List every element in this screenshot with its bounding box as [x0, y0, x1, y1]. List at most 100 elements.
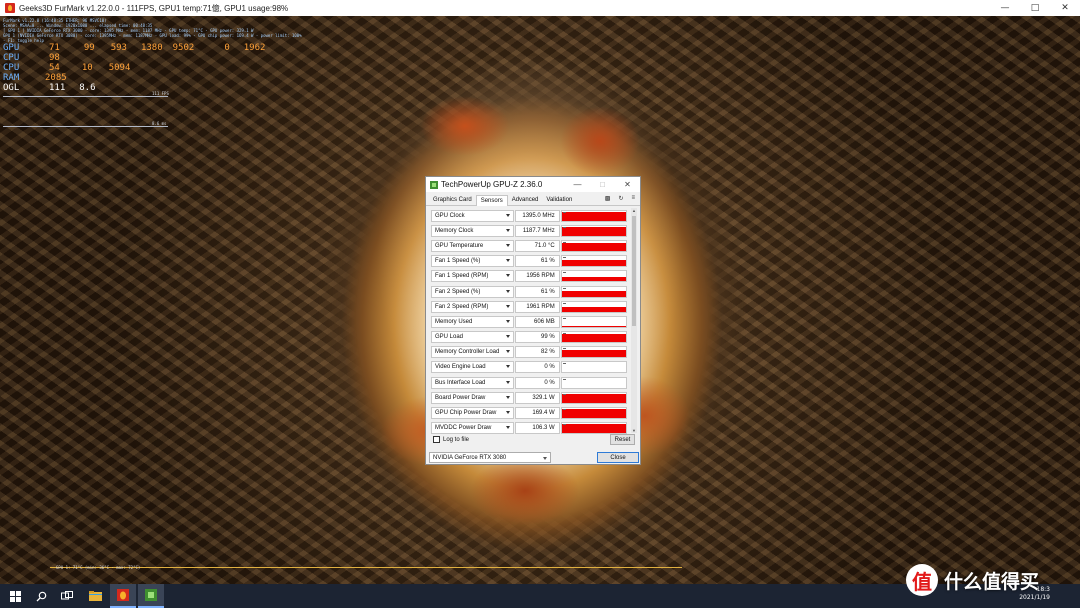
sensor-graph-spark — [562, 211, 566, 213]
sensor-graph-fill — [561, 227, 627, 236]
file-explorer-icon[interactable] — [82, 584, 108, 608]
sensor-name-dropdown[interactable]: Memory Used — [431, 315, 515, 328]
chevron-down-icon — [506, 350, 511, 354]
sensor-name-dropdown[interactable]: Board Power Draw — [431, 391, 515, 404]
sensor-name-dropdown[interactable]: GPU Chip Power Draw — [431, 407, 515, 420]
sensor-row: Video Engine Load 0 % — [431, 360, 628, 375]
chevron-down-icon — [506, 228, 511, 232]
chevron-down-icon — [506, 426, 511, 430]
chevron-down-icon — [506, 411, 511, 415]
scrollbar-thumb[interactable] — [632, 216, 636, 326]
osd-ogl-row: OGL 111 8.6 — [3, 83, 96, 93]
sensor-value: 169.4 W — [515, 407, 560, 420]
search-icon[interactable] — [28, 584, 54, 608]
chevron-down-icon — [506, 319, 511, 323]
sensor-name-dropdown[interactable]: MVDDC Power Draw — [431, 422, 515, 435]
sensor-row: Memory Used 606 MB — [431, 314, 628, 329]
start-button[interactable] — [2, 584, 28, 608]
log-to-file-checkbox[interactable] — [433, 436, 440, 443]
gpuz-toolbar: ▩ ↻ ≡ — [605, 195, 635, 202]
sensor-graph-spark — [562, 333, 566, 335]
sensor-name: Video Engine Load — [435, 364, 486, 371]
sensor-graph — [560, 209, 628, 222]
sensor-value: 1956 RPM — [515, 270, 560, 283]
tab-graphics-card[interactable]: Graphics Card — [429, 195, 476, 205]
maximize-icon[interactable]: □ — [1020, 0, 1050, 16]
sensor-name-dropdown[interactable]: Bus Interface Load — [431, 376, 515, 389]
sensor-name-dropdown[interactable]: Memory Clock — [431, 224, 515, 237]
sensor-name: Memory Controller Load — [435, 349, 500, 356]
sensor-graph-fill — [561, 326, 627, 327]
sensor-graph — [560, 346, 628, 359]
sensor-graph-fill — [561, 211, 627, 221]
log-to-file[interactable]: Log to file — [433, 436, 469, 443]
sensor-graph-spark — [562, 241, 566, 243]
sensor-value: 0 % — [515, 361, 560, 374]
minimize-icon[interactable]: — — [990, 0, 1020, 16]
sensor-name-dropdown[interactable]: Fan 1 Speed (RPM) — [431, 270, 515, 283]
sensor-scrollbar[interactable]: ▲ ▼ — [631, 208, 637, 433]
refresh-icon[interactable]: ↻ — [618, 195, 623, 202]
sensor-name-dropdown[interactable]: Fan 2 Speed (%) — [431, 285, 515, 298]
sensor-value: 106.3 W — [515, 422, 560, 435]
sensor-graph — [560, 376, 628, 389]
frametime-graph-line — [3, 126, 168, 127]
sensor-name: GPU Load — [435, 334, 464, 341]
sensor-graph — [560, 315, 628, 328]
chevron-down-icon — [506, 304, 511, 308]
sensor-name-dropdown[interactable]: GPU Load — [431, 331, 515, 344]
sensor-row: GPU Chip Power Draw 169.4 W — [431, 405, 628, 420]
chevron-down-icon — [506, 274, 511, 278]
furmark-taskbar-icon[interactable] — [110, 584, 136, 608]
fur-spot — [470, 456, 580, 526]
scroll-up-icon[interactable]: ▲ — [632, 208, 636, 213]
tab-sensors[interactable]: Sensors — [475, 195, 508, 206]
sensor-name: GPU Temperature — [435, 242, 484, 249]
smzdm-logo: 值 — [906, 564, 938, 596]
sensor-row: Fan 2 Speed (RPM) 1961 RPM — [431, 299, 628, 314]
temperature-graph-label: GPU 1: 71°C (min: 36°C - max: 72°C) — [56, 565, 141, 570]
scroll-down-icon[interactable]: ▼ — [632, 428, 636, 433]
sensor-row: GPU Load 99 % — [431, 330, 628, 345]
sensor-graph-fill — [561, 393, 627, 403]
maximize-icon[interactable]: □ — [590, 180, 615, 189]
windows-icon — [9, 590, 21, 602]
fur-spot — [420, 96, 510, 156]
close-icon[interactable]: ✕ — [1050, 0, 1080, 16]
sensor-row: MVDDC Power Draw 106.3 W — [431, 421, 628, 436]
tab-advanced[interactable]: Advanced — [508, 195, 543, 205]
reset-button[interactable]: Reset — [610, 434, 635, 445]
sensor-name-dropdown[interactable]: Fan 2 Speed (RPM) — [431, 300, 515, 313]
sensor-graph — [560, 422, 628, 435]
sensor-name-dropdown[interactable]: Video Engine Load — [431, 361, 515, 374]
chevron-down-icon — [506, 259, 511, 263]
sensor-name: Fan 2 Speed (%) — [435, 288, 481, 295]
sensor-graph — [560, 300, 628, 313]
sensor-graph-spark — [562, 424, 566, 426]
sensor-graph-spark — [562, 409, 566, 411]
close-icon[interactable]: ✕ — [615, 180, 640, 189]
sensor-name-dropdown[interactable]: GPU Temperature — [431, 239, 515, 252]
sensor-graph-spark — [562, 363, 566, 365]
sensor-name-dropdown[interactable]: GPU Clock — [431, 209, 515, 222]
task-view-icon[interactable] — [54, 584, 80, 608]
sensor-name: GPU Clock — [435, 212, 465, 219]
sensor-name-dropdown[interactable]: Memory Controller Load — [431, 346, 515, 359]
tab-validation[interactable]: Validation — [542, 195, 576, 205]
camera-icon[interactable]: ▩ — [605, 195, 611, 202]
sensor-graph-spark — [562, 226, 566, 228]
sensor-name-dropdown[interactable]: Fan 1 Speed (%) — [431, 255, 515, 268]
frametime-graph-label: 8.6 ms — [152, 121, 167, 126]
close-button[interactable]: Close — [597, 452, 639, 463]
gpuz-taskbar-icon[interactable] — [138, 584, 164, 608]
gpu-select[interactable]: NVIDIA GeForce RTX 3080 — [429, 452, 551, 463]
sensor-value: 61 % — [515, 285, 560, 298]
sensor-row: GPU Temperature 71.0 °C — [431, 238, 628, 253]
sensor-value: 1395.0 MHz — [515, 209, 560, 222]
gpuz-title: TechPowerUp GPU-Z 2.36.0 — [441, 180, 543, 189]
gpuz-titlebar: TechPowerUp GPU-Z 2.36.0 — □ ✕ — [426, 177, 640, 192]
gpuz-tabbar: Graphics Card Sensors Advanced Validatio… — [426, 192, 640, 206]
minimize-icon[interactable]: — — [565, 180, 590, 189]
sensor-graph-fill — [561, 276, 627, 282]
menu-icon[interactable]: ≡ — [631, 195, 635, 202]
